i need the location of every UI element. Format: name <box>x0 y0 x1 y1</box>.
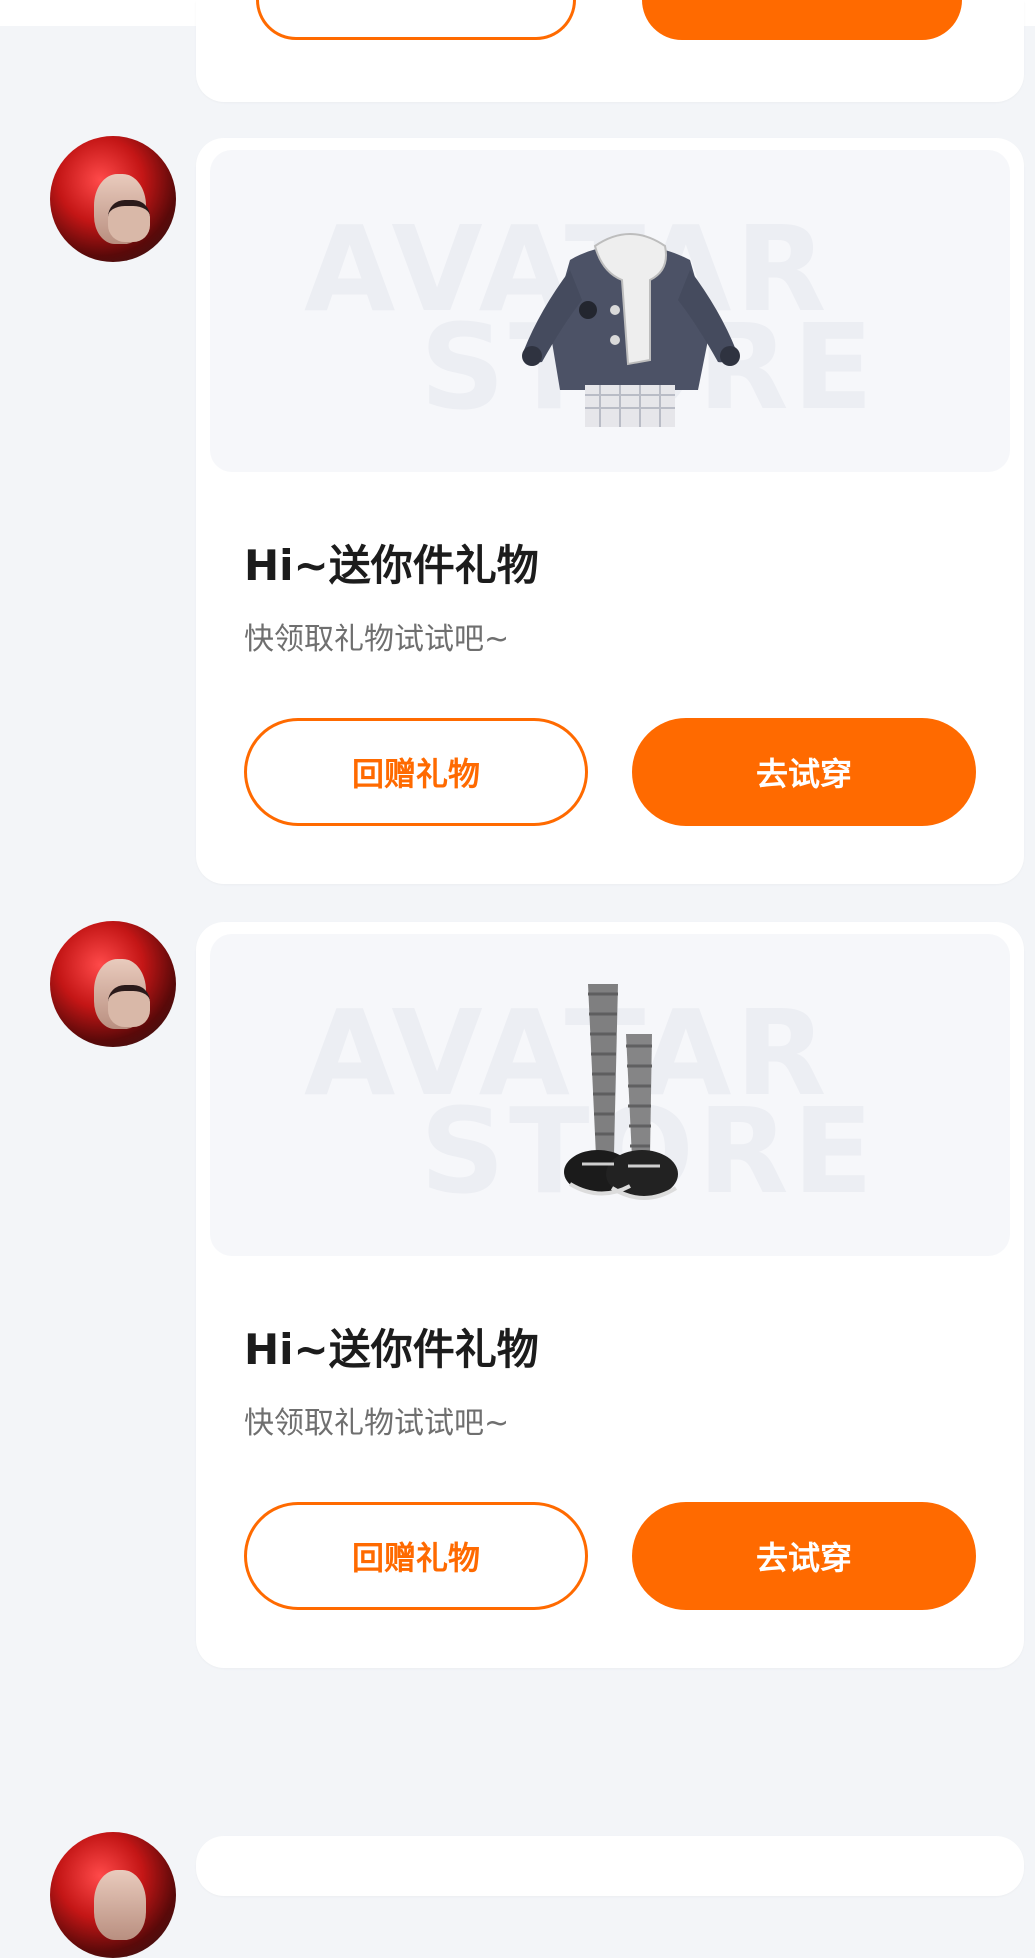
return-gift-button[interactable]: 回赠礼物 <box>244 718 588 826</box>
gift-title: Hi~送你件礼物 <box>244 1325 539 1374</box>
sender-avatar[interactable] <box>50 921 176 1047</box>
gift-card: AVATAR STORE Hi~送你件礼物 快领取礼物试试吧~ 回赠礼物 去试穿 <box>196 138 1024 884</box>
try-on-button[interactable]: 去试穿 <box>632 718 976 826</box>
stockings-shoes-icon <box>564 984 678 1200</box>
gift-thumbnail[interactable]: AVATAR STORE <box>210 934 1010 1256</box>
previous-gift-card <box>196 0 1024 102</box>
next-gift-card <box>196 1836 1024 1896</box>
gift-card: AVATAR STORE Hi~送你件礼物 快领取礼物试试吧~ 回赠礼物 去试穿 <box>196 922 1024 1668</box>
try-on-button-partial[interactable] <box>642 0 962 40</box>
avatar-hand <box>108 985 150 1027</box>
avatar-face <box>94 1870 146 1940</box>
avatar-hand <box>108 200 150 242</box>
sender-avatar[interactable] <box>50 1832 176 1958</box>
jacket-icon <box>522 233 740 427</box>
gift-title: Hi~送你件礼物 <box>244 541 539 590</box>
gift-subtitle: 快领取礼物试试吧~ <box>244 1406 510 1441</box>
gift-subtitle: 快领取礼物试试吧~ <box>244 622 510 657</box>
return-gift-button[interactable]: 回赠礼物 <box>244 1502 588 1610</box>
sender-avatar[interactable] <box>50 136 176 262</box>
try-on-button[interactable]: 去试穿 <box>632 1502 976 1610</box>
gift-thumbnail[interactable]: AVATAR STORE <box>210 150 1010 472</box>
return-gift-button-partial[interactable] <box>256 0 576 40</box>
